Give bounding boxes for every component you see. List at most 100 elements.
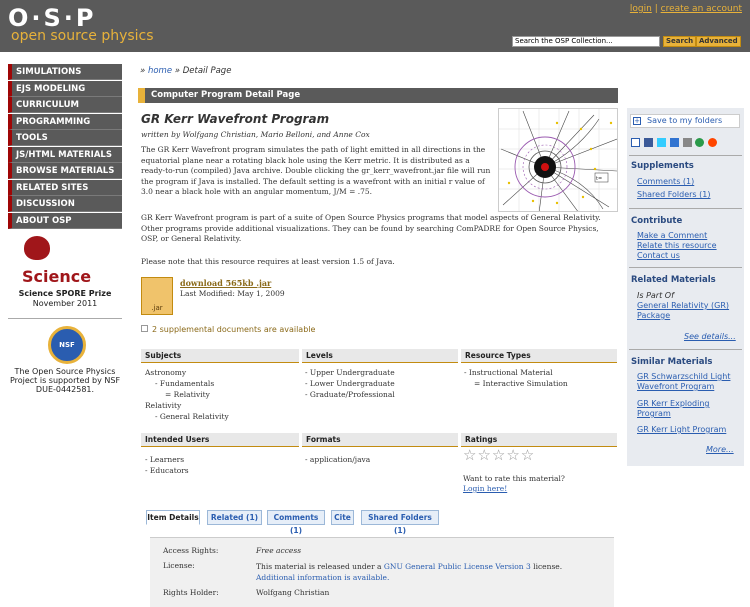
subject-item[interactable]: - General Relativity (145, 411, 229, 422)
resource-types-header: Resource Types (461, 349, 617, 363)
supplemental-documents-toggle[interactable]: 2 supplemental documents are available (141, 325, 315, 334)
nsf-support-text: The Open Source Physics Project is suppo… (9, 367, 121, 394)
link-separator: | (654, 4, 658, 14)
save-to-folders-button[interactable]: Save to my folders (630, 114, 740, 128)
subject-item[interactable]: - Fundamentals (145, 378, 229, 389)
formats-list: - application/java (305, 454, 370, 465)
resource-description: The GR Kerr Wavefront program simulates … (141, 145, 491, 196)
breadcrumb-home-link[interactable]: home (148, 66, 172, 76)
related-materials-heading: Related Materials (631, 275, 716, 285)
shared-folders-link[interactable]: Shared Folders (1) (637, 190, 710, 200)
license-value: This material is released under a GNU Ge… (256, 561, 596, 583)
contribute-heading: Contribute (631, 216, 683, 226)
search-button[interactable]: Search (663, 36, 697, 47)
level-item[interactable]: - Upper Undergraduate (305, 367, 395, 378)
nav-related-sites[interactable]: RELATED SITES (8, 179, 122, 196)
resource-authors: written by Wolfgang Christian, Mario Bel… (141, 130, 370, 139)
more-similar-link[interactable]: More... (706, 445, 734, 455)
user-item[interactable]: - Learners (145, 454, 189, 465)
plus-icon[interactable] (631, 138, 640, 147)
rate-login-link[interactable]: Login here! (463, 484, 507, 493)
tab-item-details[interactable]: Item Details (146, 510, 200, 525)
see-details-link[interactable]: See details... (684, 332, 736, 342)
search-input[interactable]: Search the OSP Collection... (512, 36, 660, 47)
nav-discussion[interactable]: DISCUSSION (8, 196, 122, 212)
formats-header: Formats (302, 433, 458, 447)
breadcrumb: » home » Detail Page (140, 66, 231, 76)
osp-logo-subtitle[interactable]: open source physics (11, 28, 154, 44)
section-title-bar: Computer Program Detail Page (138, 88, 618, 103)
breadcrumb-arrow: » (174, 66, 181, 76)
level-item[interactable]: - Lower Undergraduate (305, 378, 395, 389)
nav-about-osp[interactable]: ABOUT OSP (8, 212, 122, 229)
level-item[interactable]: - Graduate/Professional (305, 389, 395, 400)
subject-item[interactable]: Relativity (145, 400, 229, 411)
resource-types-list: - Instructional Material = Interactive S… (464, 367, 568, 389)
make-comment-link[interactable]: Make a Comment (637, 231, 707, 241)
login-link[interactable]: login (630, 4, 652, 14)
license-label: License: (163, 561, 195, 570)
left-navigation: SIMULATIONS EJS MODELING CURRICULUM PROG… (8, 64, 122, 229)
time-readout: t= (596, 176, 602, 182)
nav-simulations[interactable]: SIMULATIONS (8, 64, 122, 80)
apple-icon (24, 236, 50, 260)
wavefront-illustration: t= (499, 109, 617, 211)
nav-tools[interactable]: TOOLS (8, 130, 122, 146)
levels-header: Levels (302, 349, 458, 363)
format-item[interactable]: - application/java (305, 454, 370, 465)
user-item[interactable]: - Educators (145, 465, 189, 476)
tab-cite[interactable]: Cite (331, 510, 354, 525)
nsf-logo[interactable]: NSF (48, 326, 86, 364)
item-details-panel: Access Rights: Free access License: This… (150, 537, 614, 607)
expand-icon (141, 325, 148, 332)
advanced-search-button[interactable]: Advanced (696, 36, 741, 47)
tab-related[interactable]: Related (1) (207, 510, 262, 525)
wavefront-screenshot[interactable]: t= (498, 108, 618, 212)
stumbleupon-icon[interactable] (695, 138, 705, 147)
supplemental-documents-label: 2 supplemental documents are available (152, 325, 316, 334)
nav-js-html-materials[interactable]: JS/HTML MATERIALS (8, 146, 122, 163)
rating-stars[interactable]: ☆☆☆☆☆ (463, 448, 535, 463)
download-jar-link[interactable]: download 565kb .jar (180, 278, 271, 288)
rate-question: Want to rate this material? (463, 474, 565, 483)
site-header: O·S·P open source physics login | create… (0, 0, 750, 52)
similar-materials-heading: Similar Materials (631, 357, 713, 367)
similar-material-link[interactable]: GR Schwarzschild Light Wavefront Program (637, 372, 742, 392)
sidebar-separator (629, 208, 742, 209)
supplements-heading: Supplements (631, 161, 694, 171)
add-folder-icon: + (633, 117, 641, 125)
nav-ejs-modeling[interactable]: EJS MODELING (8, 80, 122, 97)
digg-icon[interactable] (682, 138, 692, 147)
intended-users-list: - Learners - Educators (145, 454, 189, 476)
resource-type-item[interactable]: - Instructional Material (464, 367, 568, 378)
tab-shared-folders[interactable]: Shared Folders (1) (361, 510, 439, 535)
subjects-list: Astronomy - Fundamentals = Relativity Re… (145, 367, 229, 422)
additional-info-link[interactable]: Additional information is available. (256, 573, 389, 582)
jar-file-icon[interactable]: .jar (141, 277, 173, 315)
relate-resource-link[interactable]: Relate this resource (637, 241, 717, 251)
subject-item[interactable]: = Relativity (145, 389, 229, 400)
reddit-icon[interactable] (708, 138, 718, 147)
breadcrumb-current: Detail Page (182, 66, 232, 76)
nav-programming[interactable]: PROGRAMMING (8, 113, 122, 130)
license-text: license. (530, 562, 563, 571)
gr-package-link[interactable]: General Relativity (GR) Package (637, 301, 737, 321)
gpl-license-link[interactable]: GNU General Public License Version 3 (384, 562, 531, 571)
resource-type-item[interactable]: = Interactive Simulation (464, 378, 568, 389)
nav-browse-materials[interactable]: BROWSE MATERIALS (8, 163, 122, 179)
access-rights-value: Free access (256, 546, 302, 555)
contact-us-link[interactable]: Contact us (637, 251, 680, 261)
account-links: login | create an account (630, 4, 742, 14)
create-account-link[interactable]: create an account (661, 4, 742, 14)
subjects-header: Subjects (141, 349, 299, 363)
sidebar-separator (629, 155, 742, 156)
subject-item[interactable]: Astronomy (145, 367, 229, 378)
similar-material-link[interactable]: GR Kerr Exploding Program (637, 399, 742, 419)
twitter-icon[interactable] (656, 138, 666, 147)
delicious-icon[interactable] (669, 138, 679, 147)
similar-material-link[interactable]: GR Kerr Light Program (637, 425, 742, 435)
comments-link[interactable]: Comments (1) (637, 177, 694, 187)
facebook-icon[interactable] (643, 138, 653, 147)
nav-curriculum[interactable]: CURRICULUM (8, 97, 122, 113)
tab-comments[interactable]: Comments (1) (267, 510, 325, 535)
